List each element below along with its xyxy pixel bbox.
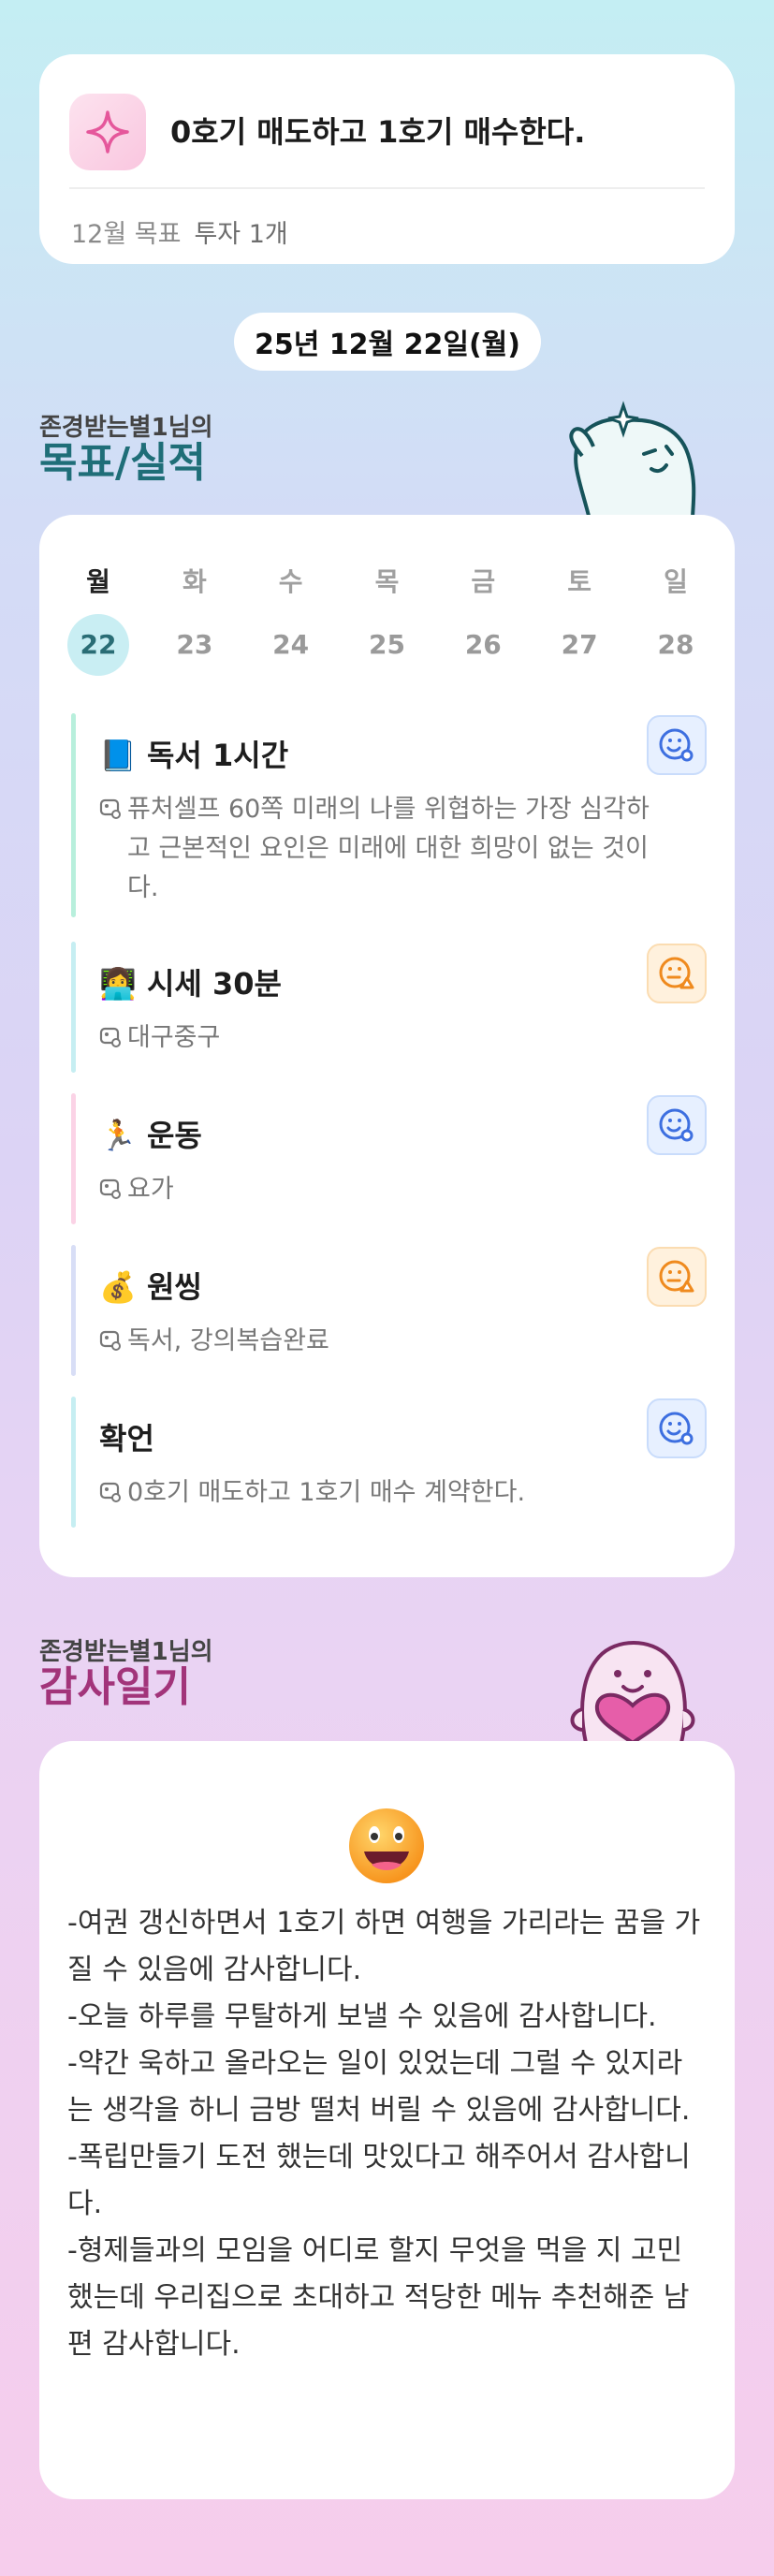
day-sat[interactable]: 토 27 [548,562,610,676]
day-thu[interactable]: 목 25 [356,562,417,676]
task-desc: 대구중구 [127,1023,221,1052]
schedule-card: 월 22 화 23 수 24 목 25 금 26 토 27 일 28 📘 독서 … [39,515,735,1577]
smile-face-icon [659,1108,694,1142]
thanks-line: -오늘 하루를 무탈하게 보낼 수 있음에 감사합니다. [67,2000,657,2033]
task-color-bar [71,713,76,917]
day-mon[interactable]: 월 22 [67,562,129,676]
task-title-text: 독서 1시간 [146,738,289,773]
thanks-line: -약간 욱하고 올라오는 일이 있었는데 그럴 수 있지라는 생각을 하니 금방… [67,2047,691,2127]
thanks-line: -여권 갱신하면서 1호기 하면 여행을 가리라는 꿈을 가질 수 있음에 감사… [67,1907,701,1986]
task-item[interactable]: 📘 독서 1시간 퓨처셀프 60쪽 미래의 나를 위협하는 가장 심각하고 근본… [71,713,707,917]
task-title: 👩‍💻 시세 30분 [99,960,282,1003]
day-date: 22 [67,614,129,676]
mascot-icon [569,401,696,520]
thanks-title: 감사일기 [39,1663,191,1711]
runner-icon: 🏃 [99,1118,137,1153]
day-wed[interactable]: 수 24 [260,562,322,676]
task-color-bar [71,1093,76,1224]
goal-title: 0호기 매도하고 1호기 매수한다. [170,114,586,150]
task-title: 💰 원씽 [99,1264,202,1307]
thanks-text: -여권 갱신하면서 1호기 하면 여행을 가리라는 꿈을 가질 수 있음에 감사… [67,1900,707,2368]
task-desc: 0호기 매도하고 1호기 매수 계약한다. [127,1478,526,1507]
task-title-text: 확언 [99,1421,154,1456]
goal-investment-label: 투자 1개 [194,220,288,249]
task-item[interactable]: 👩‍💻 시세 30분 대구중구 [71,942,707,1073]
task-item[interactable]: 💰 원씽 독서, 강의복습완료 [71,1245,707,1376]
mood-button[interactable] [647,1398,707,1458]
divider [69,187,705,189]
day-name: 토 [567,566,592,597]
goal-meta: 12월 목표 투자 1개 [71,213,288,250]
person-laptop-icon: 👩‍💻 [99,966,137,1002]
mood-button[interactable] [647,1095,707,1155]
money-bag-icon: 💰 [99,1269,137,1305]
task-title-text: 시세 30분 [146,966,282,1002]
day-name: 화 [182,566,207,597]
task-title: 🏃 운동 [99,1112,202,1155]
day-tue[interactable]: 화 23 [164,562,226,676]
task-color-bar [71,1245,76,1376]
day-date: 28 [657,629,694,660]
task-desc: 요가 [127,1175,174,1204]
image-note-icon [99,1178,121,1199]
heart-mascot-icon [570,1641,695,1743]
mood-button[interactable] [647,1247,707,1307]
day-name: 금 [471,566,496,597]
task-item[interactable]: 🏃 운동 요가 [71,1093,707,1224]
task-desc: 독서, 강의복습완료 [127,1326,329,1355]
date-pill[interactable]: 25년 12월 22일(월) [234,313,541,371]
laughing-face-icon [349,1808,424,1883]
day-name: 목 [374,566,400,597]
day-name: 일 [664,566,688,597]
sparkle-icon [69,94,146,170]
smile-face-icon [659,728,694,762]
goal-card[interactable]: 0호기 매도하고 1호기 매수한다. 12월 목표 투자 1개 [39,54,735,264]
thanks-line: -형제들과의 모임을 어디로 할지 무엇을 먹을 지 고민했는데 우리집으로 초… [67,2234,690,2361]
day-date: 23 [176,629,213,660]
week-selector: 월 22 화 23 수 24 목 25 금 26 토 27 일 28 [67,562,707,676]
day-name: 수 [278,566,303,597]
mood-button[interactable] [647,944,707,1003]
task-color-bar [71,942,76,1073]
image-note-icon [99,1330,121,1351]
plan-title: 목표/실적 [39,439,206,487]
task-title: 확언 [99,1415,154,1458]
meh-face-icon [659,957,694,989]
day-name: 월 [86,566,110,597]
task-title-text: 원씽 [146,1269,202,1305]
task-desc: 퓨처셀프 60쪽 미래의 나를 위협하는 가장 심각하고 근본적인 요인은 미래… [127,795,650,902]
mood-button[interactable] [647,715,707,775]
day-date: 27 [561,629,598,660]
image-note-icon [99,798,121,819]
day-date: 25 [369,629,405,660]
thanks-line: -폭립만들기 도전 했는데 맛있다고 해주어서 감사합니다. [67,2141,691,2220]
day-sun[interactable]: 일 28 [645,562,707,676]
book-icon: 📘 [99,738,137,773]
task-item[interactable]: 확언 0호기 매도하고 1호기 매수 계약한다. [71,1397,707,1528]
image-note-icon [99,1027,121,1047]
day-date: 24 [272,629,310,660]
meh-face-icon [659,1260,694,1293]
task-title: 📘 독서 1시간 [99,732,288,775]
task-color-bar [71,1397,76,1528]
task-title-text: 운동 [146,1118,202,1153]
day-fri[interactable]: 금 26 [452,562,514,676]
image-note-icon [99,1482,121,1502]
smile-face-icon [659,1412,694,1445]
thanks-card: -여권 갱신하면서 1호기 하면 여행을 가리라는 꿈을 가질 수 있음에 감사… [39,1741,735,2499]
day-date: 26 [464,629,502,660]
goal-month-label: 12월 목표 [71,220,182,249]
